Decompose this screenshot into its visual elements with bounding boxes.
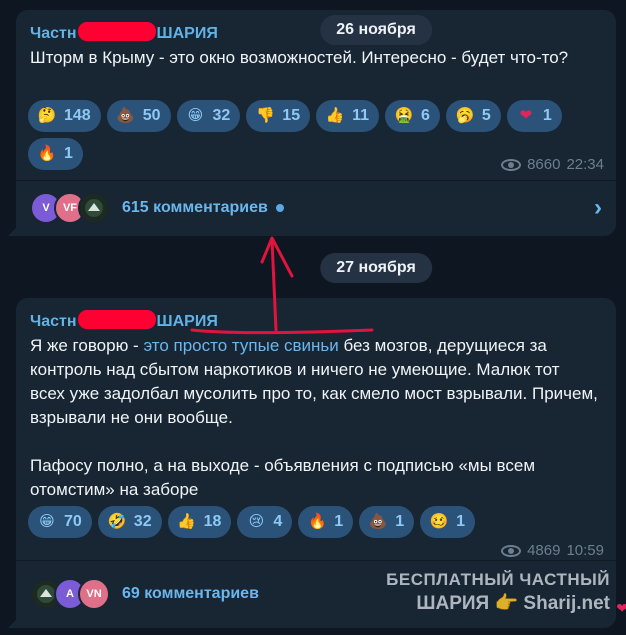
bubble-tail — [8, 616, 20, 628]
commenter-avatars: A VN — [30, 578, 110, 610]
redaction-mark — [77, 22, 156, 41]
reaction-chip[interactable]: 😢 4 — [237, 506, 293, 538]
reaction-chip[interactable]: 🤣 32 — [97, 506, 162, 538]
comments-count-label: 615 комментариев — [122, 199, 268, 216]
grinning-face-icon: 😁 — [39, 513, 55, 530]
reaction-count: 15 — [282, 107, 301, 124]
comments-count-label: 69 комментариев — [122, 585, 259, 602]
eye-icon — [501, 544, 522, 557]
channel-post-1[interactable]: Частн ШАРИЯ Шторм в Крыму - это окно возм… — [8, 10, 616, 236]
text-link[interactable]: это просто тупые свиньи — [143, 336, 338, 355]
author-name[interactable]: Частн ШАРИЯ — [30, 310, 218, 331]
pointing-hand-icon: 👉 — [494, 593, 519, 614]
date-separator: 27 ноября — [320, 253, 432, 283]
comments-link[interactable]: V VF 615 комментариев › — [30, 188, 602, 228]
reaction-chip[interactable]: 👎 15 — [246, 100, 311, 132]
reaction-count: 1 — [456, 513, 466, 530]
poop-icon: 💩 — [116, 107, 136, 124]
post-text: Шторм в Крыму - это окно возможностей. И… — [30, 48, 569, 67]
reactions-bar: 😁 70 🤣 32 👍 18 😢 4 🔥 1 💩 1 🥴 1 — [28, 506, 602, 538]
reaction-count: 1 — [395, 513, 405, 530]
reaction-count: 18 — [203, 513, 222, 530]
reaction-count: 148 — [64, 107, 91, 124]
reaction-chip[interactable]: 🤔 148 — [28, 100, 101, 132]
woozy-face-icon: 🥴 — [429, 513, 449, 530]
reaction-chip[interactable]: 🔥 1 — [298, 506, 354, 538]
reaction-chip[interactable]: 👍 18 — [167, 506, 232, 538]
chevron-right-icon: › — [594, 194, 602, 221]
reaction-chip[interactable]: 🥴 1 — [420, 506, 476, 538]
reaction-chip[interactable]: 👍 11 — [316, 100, 380, 132]
bubble-tail — [8, 224, 20, 236]
reaction-chip[interactable]: ❤ 1 — [506, 100, 562, 132]
reaction-chip[interactable]: 💩 1 — [359, 506, 415, 538]
reaction-count: 6 — [421, 107, 430, 124]
fire-icon: 🔥 — [307, 513, 327, 530]
unread-dot — [275, 204, 284, 212]
vomiting-face-icon: 🤮 — [394, 107, 414, 124]
grinning-face-icon: 😁 — [187, 107, 204, 124]
reaction-chip[interactable]: 😁 70 — [28, 506, 92, 538]
reaction-count: 32 — [133, 513, 152, 530]
reaction-chip[interactable]: 🥱 5 — [445, 100, 501, 132]
view-count: 4869 — [527, 542, 561, 559]
poop-icon: 💩 — [368, 513, 388, 530]
reaction-count: 1 — [542, 107, 552, 124]
reaction-count: 1 — [334, 513, 344, 530]
reaction-count: 50 — [142, 107, 161, 124]
divider — [16, 180, 616, 181]
reaction-count: 1 — [64, 145, 73, 162]
thumbs-down-icon: 👎 — [255, 107, 275, 124]
thumbs-up-icon: 👍 — [177, 513, 196, 530]
reaction-count: 11 — [352, 107, 370, 124]
reaction-chip[interactable]: 😁 32 — [176, 100, 241, 132]
post-time: 10:59 — [566, 542, 604, 559]
post-text: Я же говорю - это просто тупые свиньи бе… — [30, 336, 598, 499]
commenter-avatars: V VF — [30, 192, 110, 224]
reaction-chip[interactable]: 🤮 6 — [385, 100, 440, 132]
rofl-face-icon: 🤣 — [107, 513, 127, 530]
fire-icon: 🔥 — [37, 145, 57, 162]
post-meta: 4869 10:59 — [501, 542, 604, 559]
view-count: 8660 — [527, 156, 561, 173]
reaction-count: 70 — [64, 513, 82, 530]
reaction-chip[interactable]: 🔥 1 — [28, 138, 83, 170]
heart-icon: ❤ — [616, 600, 626, 616]
avatar — [78, 192, 110, 224]
thumbs-up-icon: 👍 — [325, 107, 345, 124]
eye-icon — [501, 158, 522, 171]
reaction-chip[interactable]: 💩 50 — [106, 100, 171, 132]
redaction-mark — [77, 310, 156, 329]
reaction-count: 4 — [273, 513, 283, 530]
heart-icon: ❤ — [519, 107, 533, 124]
author-name[interactable]: Частн ШАРИЯ — [30, 22, 218, 43]
watermark: БЕСПЛАТНЫЙ ЧАСТНЫЙ ШАРИЯ 👉 Sharij.net — [386, 570, 610, 614]
crying-face-icon: 😢 — [248, 513, 265, 530]
yawning-face-icon: 🥱 — [455, 107, 475, 124]
thinking-face-icon: 🤔 — [37, 107, 57, 124]
reaction-count: 32 — [212, 107, 231, 124]
post-time: 22:34 — [566, 156, 604, 173]
divider — [16, 560, 616, 561]
avatar: VN — [78, 578, 110, 610]
post-meta: 8660 22:34 — [501, 156, 604, 173]
date-separator: 26 ноября — [320, 15, 432, 45]
reaction-count: 5 — [481, 107, 491, 124]
